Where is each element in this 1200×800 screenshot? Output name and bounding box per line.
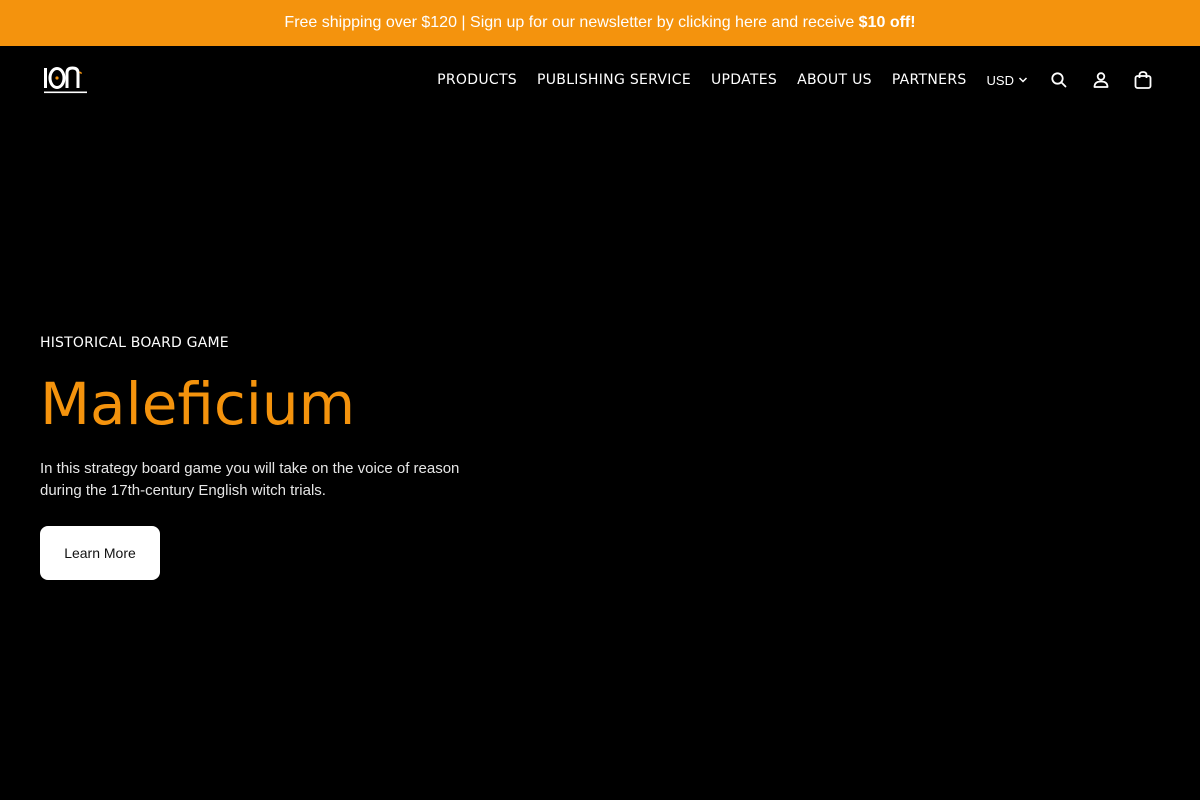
currency-label: USD — [986, 72, 1014, 88]
learn-more-button[interactable]: Learn More — [40, 526, 160, 580]
main-nav: PRODUCTS PUBLISHING SERVICE UPDATES ABOU… — [437, 46, 1156, 114]
nav-products[interactable]: PRODUCTS — [437, 72, 517, 88]
hero-description: In this strategy board game you will tak… — [40, 460, 460, 499]
site-logo[interactable] — [40, 64, 92, 98]
hero-title: Maleficium — [40, 370, 356, 438]
nav-partners[interactable]: PARTNERS — [892, 72, 967, 88]
nav-about-us[interactable]: ABOUT US — [797, 72, 872, 88]
ion-logo-icon — [44, 66, 87, 94]
announcement-bar: Free shipping over $120 | Sign up for ou… — [0, 0, 1200, 46]
currency-selector[interactable]: USD — [987, 73, 1028, 88]
hero-eyebrow: HISTORICAL BOARD GAME — [40, 335, 229, 351]
account-icon — [1093, 72, 1109, 88]
cart-button[interactable] — [1130, 67, 1156, 93]
chevron-down-icon — [1018, 77, 1028, 83]
hero-section: HISTORICAL BOARD GAME Maleficium In this… — [40, 333, 560, 580]
announcement-highlight: $10 off! — [858, 14, 916, 31]
cart-icon — [1134, 71, 1152, 89]
nav-updates[interactable]: UPDATES — [711, 72, 777, 88]
search-icon — [1051, 72, 1067, 88]
site-header: PRODUCTS PUBLISHING SERVICE UPDATES ABOU… — [0, 46, 1200, 114]
newsletter-link[interactable]: Free shipping over $120 | Sign up for ou… — [284, 14, 915, 32]
announcement-text: Free shipping over $120 | Sign up for ou… — [284, 14, 859, 31]
nav-publishing-service[interactable]: PUBLISHING SERVICE — [537, 72, 691, 88]
account-button[interactable] — [1088, 67, 1114, 93]
search-button[interactable] — [1046, 67, 1072, 93]
